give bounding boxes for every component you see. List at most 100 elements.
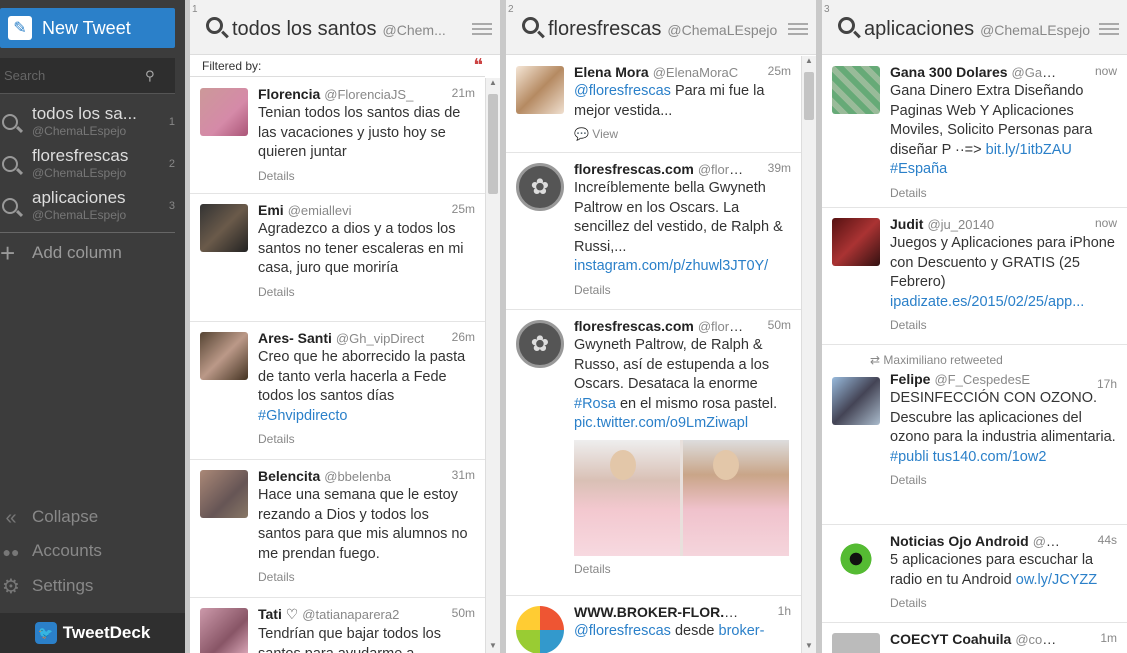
tweet[interactable]: Emi @emiallevi 25m Agradezco a dios y a t… [190,194,485,322]
tweet-details-link[interactable]: Details [890,473,1117,487]
tweet[interactable]: Belencita @bbelenba 31m Hace una semana q… [190,460,485,598]
new-tweet-button[interactable]: ✎ New Tweet [0,8,175,48]
scrollbar-thumb[interactable] [488,94,498,194]
url-link[interactable]: ipadizate.es/2015/02/25/app... [890,294,1084,310]
tweet-handle[interactable]: @F_CespedesE [934,372,1030,387]
tweet-details-link[interactable]: Details [258,285,475,299]
scrollbar[interactable]: ▲ ▼ [485,78,500,653]
avatar[interactable] [516,163,564,211]
scrollbar-thumb[interactable] [804,72,814,120]
tweet-author[interactable]: Emi [258,202,284,218]
tweet-author[interactable]: floresfrescas.com [574,161,694,177]
hashtag-link[interactable]: #Rosa [574,396,616,412]
url-link[interactable]: broker- [719,623,765,639]
tweet-author[interactable]: Judit [890,216,923,232]
tweet-author[interactable]: Ares- Santi [258,330,332,346]
tweet-details-link[interactable]: Details [890,318,1117,332]
hashtag-link[interactable]: #Ghvipdirecto [258,408,347,424]
tweet[interactable]: Ares- Santi @Gh_vipDirect 26m Creo que he… [190,322,485,460]
tweet[interactable]: Elena Mora @ElenaMoraC 25m @floresfrescas… [506,56,801,153]
tweet[interactable]: Judit @ju_20140 now Juegos y Aplicaciones… [822,208,1127,345]
tweet[interactable]: WWW.BROKER-FLOR.ES... 1h @floresfrescas … [506,596,801,653]
scroll-up-icon[interactable]: ▲ [802,56,816,68]
filter-icon[interactable] [472,20,492,36]
collapse-button[interactable]: « Collapse [0,507,185,531]
tweet-details-link[interactable]: Details [258,169,475,183]
tweet-media-image[interactable] [574,439,789,556]
scroll-down-icon[interactable]: ▼ [802,641,816,653]
avatar[interactable] [200,204,248,252]
tweet-author[interactable]: Florencia [258,86,320,102]
scrollbar[interactable]: ▲ ▼ [801,56,816,653]
tweet-handle[interactable]: @flore... [698,319,744,334]
avatar[interactable] [832,535,880,583]
url-link[interactable]: tus140.com/1ow2 [933,449,1047,465]
pic-link[interactable]: pic.twitter.com/o9LmZiwapl [574,415,748,431]
tweet-handle[interactable]: @FlorenciaJS_ [324,87,413,102]
tweet-handle[interactable]: @bbelenba [324,469,391,484]
tweet-author[interactable]: Belencita [258,468,320,484]
tweet[interactable]: floresfrescas.com @flore... 50m Gwyneth P… [506,310,801,596]
tweet[interactable]: Noticias Ojo Android @O... 44s 5 aplicaci… [822,525,1127,623]
tweet-handle[interactable]: @emiallevi [288,203,352,218]
sidebar-column-1[interactable]: todos los sa... @ChemaLEspejo 1 [0,104,185,144]
tweet[interactable]: Tati ♡ @tatianaparera2 50m Tendrían que b… [190,598,485,653]
tweet[interactable]: COECYT Coahuila @coe... 1m [822,623,1127,653]
avatar[interactable] [200,470,248,518]
avatar[interactable] [832,218,880,266]
avatar[interactable] [832,66,880,114]
tweet-author[interactable]: Noticias Ojo Android [890,533,1029,549]
tweet-details-link[interactable]: Details [574,283,791,297]
tweet-details-link[interactable]: Details [890,186,1117,200]
tweet-handle[interactable]: @Gh_vipDirect [336,331,424,346]
tweet-author[interactable]: COECYT Coahuila [890,631,1011,647]
add-column-button[interactable]: + Add column [0,240,185,267]
scroll-down-icon[interactable]: ▼ [486,641,500,653]
tweet-author[interactable]: WWW.BROKER-FLOR.ES... [574,604,744,620]
url-link[interactable]: ow.ly/JCYZZ [1016,572,1097,588]
url-link[interactable]: instagram.com/p/zhuwl3JT0Y/ [574,258,768,274]
avatar[interactable] [516,606,564,653]
filter-icon[interactable] [1099,20,1119,36]
hashtag-link[interactable]: #España [890,161,947,177]
avatar[interactable] [200,332,248,380]
sidebar-column-2[interactable]: floresfrescas @ChemaLEspejo 2 [0,146,185,186]
sidebar-column-3[interactable]: aplicaciones @ChemaLEspejo 3 [0,188,185,228]
tweet-handle[interactable]: @tatianaparera2 [302,607,399,622]
scroll-up-icon[interactable]: ▲ [486,78,500,90]
avatar[interactable] [200,608,248,653]
avatar[interactable] [200,88,248,136]
tweet-details-link[interactable]: Details [258,432,475,446]
settings-button[interactable]: ⚙ Settings [0,576,185,600]
hashtag-link[interactable]: #publi [890,449,929,465]
quote-icon[interactable]: ❝ [473,55,483,76]
search-icon[interactable]: ⚲ [145,68,155,84]
column-header[interactable]: 1 todos los santos @Chem... [190,0,500,55]
accounts-button[interactable]: ●● Accounts [0,541,185,565]
avatar[interactable] [832,377,880,425]
column-header[interactable]: 2 floresfrescas @ChemaLEspejo [506,0,816,55]
tweet-handle[interactable]: @ju_20140 [927,217,994,232]
tweet-handle[interactable]: @flore... [698,162,744,177]
search-input[interactable] [0,68,145,83]
filter-icon[interactable] [788,20,808,36]
view-conversation-link[interactable]: 💬 View [574,127,791,141]
tweet-details-link[interactable]: Details [890,596,1117,610]
tweet[interactable]: floresfrescas.com @flore... 39m Increíble… [506,153,801,310]
tweet[interactable]: Gana 300 Dolares @Gana... now Gana Dinero… [822,56,1127,208]
mention-link[interactable]: @floresfrescas [574,623,671,639]
tweet-handle[interactable]: @Gana... [1012,65,1060,80]
url-link[interactable]: bit.ly/1itbZAU [986,142,1072,158]
avatar[interactable] [516,320,564,368]
tweet-author[interactable]: floresfrescas.com [574,318,694,334]
tweet-details-link[interactable]: Details [258,570,475,584]
column-header[interactable]: 3 aplicaciones @ChemaLEspejo [822,0,1127,55]
tweet[interactable]: Florencia @FlorenciaJS_ 21m Tenian todos … [190,78,485,194]
tweet-author[interactable]: Gana 300 Dolares [890,64,1008,80]
tweet-author[interactable]: Tati ♡ [258,606,298,622]
tweet-handle[interactable]: @coe... [1015,632,1060,647]
avatar[interactable] [832,633,880,653]
tweet-author[interactable]: Elena Mora [574,64,649,80]
mention-link[interactable]: @floresfrescas [574,83,671,99]
avatar[interactable] [516,66,564,114]
